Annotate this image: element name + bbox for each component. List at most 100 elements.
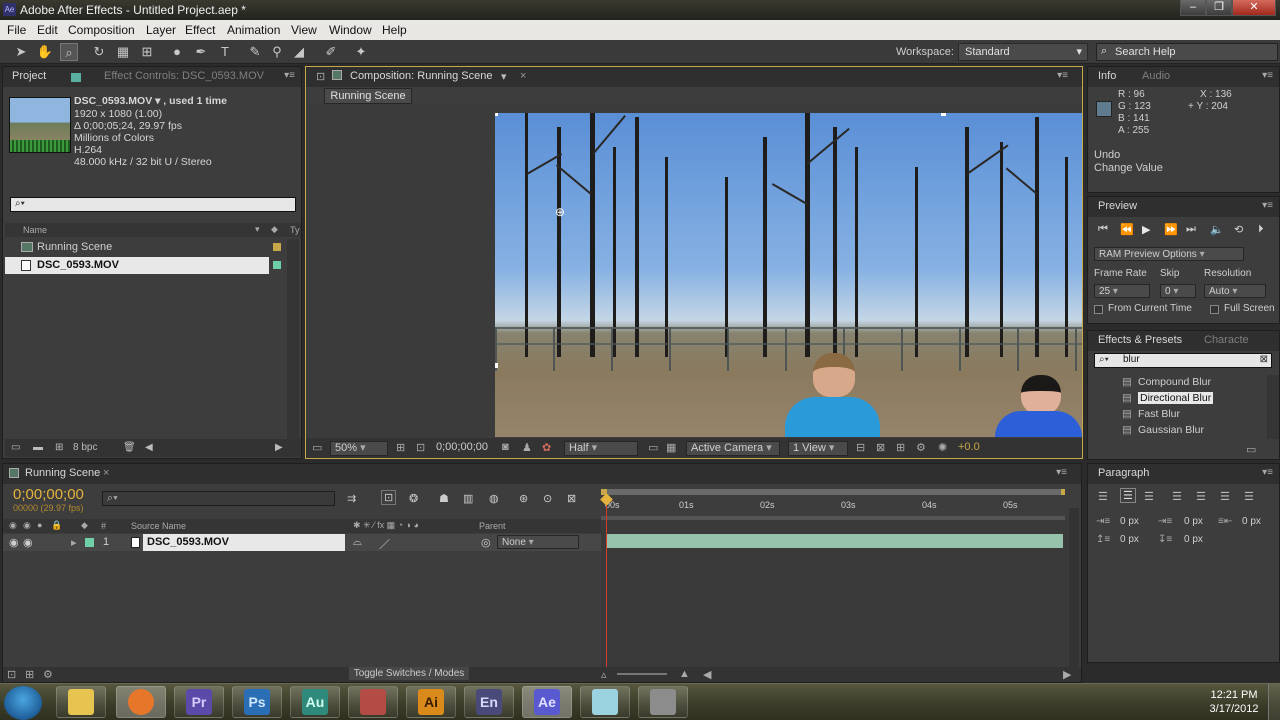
menu-file[interactable]: File	[7, 23, 26, 37]
menu-view[interactable]: View	[291, 23, 317, 37]
indent-left-value[interactable]: 0 px	[1120, 516, 1139, 527]
selection-tool-icon[interactable]: ➤	[12, 43, 30, 61]
menu-edit[interactable]: Edit	[37, 23, 58, 37]
col-parent-header[interactable]: Parent	[479, 521, 506, 531]
layer-label-swatch[interactable]	[85, 538, 94, 547]
new-composition-icon[interactable]: ⊞	[55, 442, 63, 453]
menu-animation[interactable]: Animation	[227, 23, 280, 37]
puppet-pin-tool-icon[interactable]: ✦	[352, 43, 370, 61]
loop-icon[interactable]: ⟲	[1234, 223, 1243, 236]
full-screen-checkbox[interactable]	[1210, 305, 1219, 314]
new-folder-icon[interactable]: ▬	[33, 442, 43, 453]
camera-view-dropdown[interactable]: Active Camera	[686, 441, 780, 456]
tab-audio[interactable]: Audio	[1142, 70, 1170, 82]
label-tag-icon[interactable]: ◆	[81, 520, 88, 531]
tab-close-icon[interactable]: ×	[520, 70, 526, 82]
expand-layer-chevron-icon[interactable]: ▸	[71, 536, 77, 549]
composition-viewer[interactable]: ⊕	[306, 105, 1082, 437]
scroll-right-icon[interactable]: ▶	[1063, 668, 1071, 681]
effect-item[interactable]: ▤ Gaussian Blur	[1118, 423, 1264, 438]
timeline-link-icon[interactable]: ⊞	[896, 441, 905, 456]
taskbar-app[interactable]: Ai	[406, 686, 456, 718]
eraser-tool-icon[interactable]: ◢	[290, 43, 308, 61]
taskbar-app[interactable]: Ps	[232, 686, 282, 718]
fast-previews-icon[interactable]: ⊠	[876, 441, 885, 456]
tab-character[interactable]: Characte	[1204, 334, 1249, 346]
scroll-left-icon[interactable]: ◀	[703, 668, 711, 681]
clear-search-icon[interactable]: ⊠	[1260, 354, 1268, 365]
work-area-bar[interactable]	[601, 489, 1065, 495]
zoom-out-mountain-icon[interactable]: ▵	[601, 668, 607, 681]
label-tag-icon[interactable]: ◆	[271, 224, 278, 235]
brainstorm-icon[interactable]: ⊛	[519, 492, 528, 505]
safe-zones-icon[interactable]: ⊞	[396, 441, 405, 456]
roto-brush-tool-icon[interactable]: ✐	[322, 43, 340, 61]
scroll-right-icon[interactable]: ▶	[275, 442, 283, 453]
solo-icon[interactable]: ●	[37, 520, 42, 530]
effect-item[interactable]: ▤ Directional Blur	[1118, 391, 1218, 406]
hide-shy-layers-icon[interactable]: ☗	[439, 492, 449, 505]
layer-duration-bar[interactable]	[607, 534, 1063, 548]
parent-dropdown[interactable]: None	[497, 535, 579, 549]
composition-subtab[interactable]: Running Scene	[324, 88, 412, 104]
col-name-header[interactable]: Name	[23, 225, 47, 235]
minimize-button[interactable]: –	[1180, 0, 1206, 16]
scroll-left-icon[interactable]: ◀	[145, 442, 153, 453]
snapshot-camera-icon[interactable]: ◙	[502, 441, 509, 456]
shy-switch-icon[interactable]: ⌓	[353, 536, 362, 549]
skip-dropdown[interactable]: 0	[1160, 284, 1196, 298]
brush-tool-icon[interactable]: ✎	[246, 43, 264, 61]
restore-button[interactable]: ❐	[1206, 0, 1232, 16]
resolution-dropdown[interactable]: Auto	[1204, 284, 1266, 298]
frame-blending-icon[interactable]: ▥	[463, 492, 473, 505]
timeline-scrollbar[interactable]	[1069, 508, 1079, 668]
tab-effect-controls[interactable]: Effect Controls: DSC_0593.MOV	[104, 70, 264, 82]
comp-mini-flowchart-icon[interactable]: ⇉	[347, 492, 356, 505]
layer-video-toggle-icon[interactable]: ◉	[9, 536, 19, 549]
tab-timeline[interactable]: Running Scene	[25, 467, 100, 479]
toggle-pixel-aspect-icon[interactable]: ⊟	[856, 441, 865, 456]
taskbar-app[interactable]	[638, 686, 688, 718]
current-time-display[interactable]: 0;00;00;00	[436, 441, 488, 456]
mute-audio-icon[interactable]: 🔈	[1210, 223, 1224, 236]
project-search-input[interactable]: ⌕▾	[10, 197, 296, 212]
menu-composition[interactable]: Composition	[68, 23, 135, 37]
type-tool-icon[interactable]: T	[216, 43, 234, 61]
panel-menu-icon[interactable]: ▾≡	[284, 70, 295, 81]
panel-menu-icon[interactable]: ▾≡	[1057, 70, 1068, 81]
show-desktop-button[interactable]	[1268, 684, 1280, 720]
panel-menu-icon[interactable]: ▾≡	[1262, 70, 1273, 81]
taskbar-app-active[interactable]: Ae	[522, 686, 572, 718]
align-center-icon[interactable]: ☰	[1120, 488, 1136, 503]
tab-effects-presets[interactable]: Effects & Presets	[1098, 334, 1182, 346]
mask-visibility-icon[interactable]: ⊡	[416, 441, 425, 456]
ellipse-tool-icon[interactable]: ●	[168, 43, 186, 61]
tab-paragraph[interactable]: Paragraph	[1098, 467, 1149, 479]
first-frame-icon[interactable]: ⏮	[1098, 223, 1108, 236]
project-item-selected[interactable]: DSC_0593.MOV	[5, 257, 281, 274]
taskbar-app[interactable]: En	[464, 686, 514, 718]
video-frame[interactable]: ⊕	[495, 113, 1082, 437]
justify-center-icon[interactable]: ☰	[1196, 490, 1206, 503]
show-snapshot-icon[interactable]: ♟	[522, 441, 532, 456]
timeline-layer-row[interactable]: ◉ ◉ ▸ 1 DSC_0593.MOV ⌓ ／ ◎ None	[3, 534, 603, 551]
timeline-graph-area[interactable]: 00s 01s 02s 03s 04s 05s	[600, 486, 1079, 668]
effects-scrollbar[interactable]	[1267, 375, 1279, 439]
panel-menu-icon[interactable]: ▾≡	[1056, 467, 1067, 478]
layer-handle[interactable]	[495, 113, 498, 116]
close-button[interactable]: ✕	[1232, 0, 1276, 16]
sort-chevron-icon[interactable]: ▾	[255, 224, 260, 235]
effect-item[interactable]: ▤ Fast Blur	[1118, 407, 1264, 422]
windows-start-button[interactable]	[4, 686, 42, 720]
tab-chevron-down-icon[interactable]: ▾	[501, 70, 507, 83]
col-source-name-header[interactable]: Source Name	[131, 521, 186, 531]
ram-preview-icon[interactable]: ⏵	[1258, 223, 1264, 236]
align-left-icon[interactable]: ☰	[1098, 490, 1108, 503]
taskbar-app[interactable]	[348, 686, 398, 718]
taskbar-app[interactable]: Pr	[174, 686, 224, 718]
menu-layer[interactable]: Layer	[146, 23, 176, 37]
panel-menu-icon[interactable]: ▾≡	[1262, 467, 1273, 478]
interpret-footage-icon[interactable]: ▭	[11, 442, 20, 453]
always-preview-icon[interactable]: ▭	[312, 441, 322, 456]
show-channel-icon[interactable]: ✿	[542, 441, 551, 456]
